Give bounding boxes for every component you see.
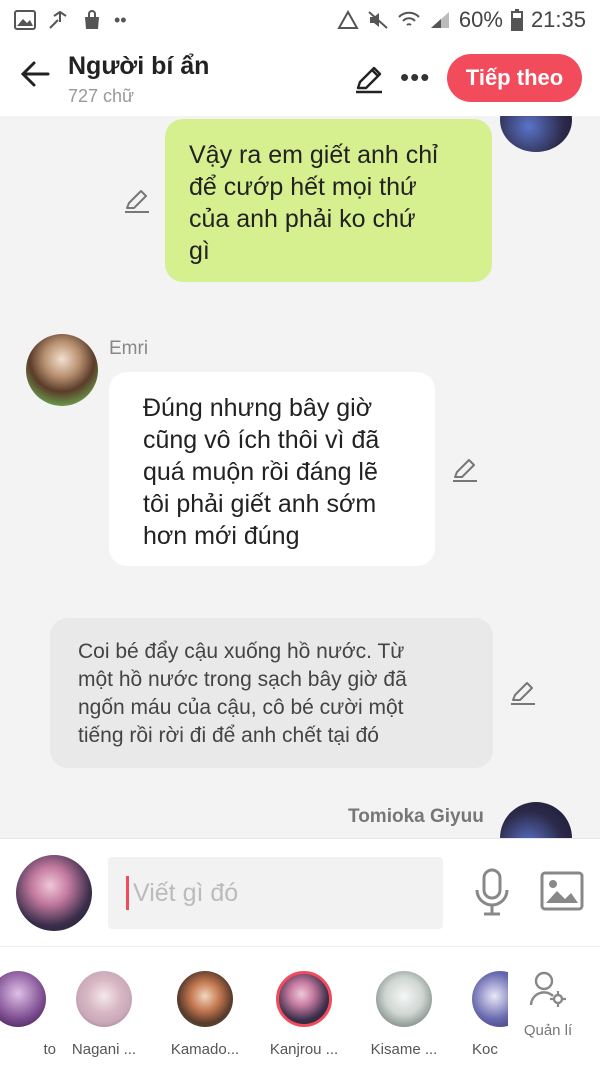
word-count: 727 chữ: [68, 86, 135, 106]
character-name: Nagani ...: [71, 1041, 137, 1058]
battery-icon: [510, 9, 523, 31]
message-input-placeholder: Viết gì đó: [133, 878, 239, 907]
character-strip[interactable]: to Nagani ... Kamado... Kanjrou ... Kisa…: [0, 946, 600, 1067]
message-input[interactable]: Viết gì đó: [108, 857, 443, 929]
message-line: gì: [189, 237, 210, 265]
edit-narration-pencil-icon[interactable]: [509, 678, 537, 706]
share-icon: [49, 10, 67, 29]
manage-label: Quản lí: [523, 1022, 573, 1039]
avatar-emri[interactable]: [26, 334, 98, 406]
character-avatar: [276, 971, 332, 1027]
current-character-avatar[interactable]: [16, 855, 92, 931]
message-line: Đúng nhưng bây giờ: [143, 394, 373, 422]
narration-line: một hồ nước trong sạch bây giờ đã: [78, 668, 407, 691]
image-icon: [14, 10, 36, 30]
sender-name: Tomioka Giyuu: [348, 806, 484, 827]
bag-icon: [85, 10, 99, 29]
edit-message-pencil-icon[interactable]: [123, 186, 151, 214]
narration-bubble[interactable]: Coi bé đẩy cậu xuống hồ nước. Từ một hồ …: [50, 618, 493, 768]
message-bubble-right[interactable]: Vậy ra em giết anh chỉ để cướp hết mọi t…: [165, 119, 492, 282]
message-line: Vậy ra em giết anh chỉ: [189, 141, 438, 169]
message-bubble-left[interactable]: Đúng nhưng bây giờ cũng vô ích thôi vì đ…: [109, 372, 435, 566]
next-button[interactable]: Tiếp theo: [447, 54, 582, 102]
message-line: để cướp hết mọi thứ: [189, 173, 417, 201]
compose-bar: Viết gì đó: [0, 838, 600, 946]
status-right: 60% 21:35: [337, 7, 586, 33]
character-avatar: [0, 971, 46, 1027]
status-left-icons: ••: [14, 10, 127, 31]
character-avatar: [472, 971, 508, 1027]
character-item-selected[interactable]: Kanjrou ...: [262, 971, 346, 1058]
avatar-tomioka[interactable]: [500, 802, 572, 838]
story-header: Người bí ẩn 727 chữ ••• Tiếp theo: [0, 40, 600, 116]
microphone-icon[interactable]: [472, 867, 512, 917]
character-item[interactable]: Koc: [452, 971, 508, 1058]
character-name: to: [43, 1041, 56, 1058]
user-settings-icon: [529, 971, 566, 1007]
character-item[interactable]: Nagani ...: [62, 971, 146, 1058]
image-attach-icon[interactable]: [540, 871, 584, 911]
manage-characters-button[interactable]: Quản lí: [518, 969, 578, 1039]
message-line: của anh phải ko chứ: [189, 205, 416, 233]
recycle-icon: [337, 10, 359, 29]
character-avatar: [376, 971, 432, 1027]
wifi-icon: [398, 11, 420, 26]
mute-icon: [368, 11, 388, 29]
status-bar: •• 60% 21:35: [0, 0, 600, 40]
character-item[interactable]: Kisame ...: [362, 971, 446, 1058]
battery-level: 60%: [458, 7, 503, 32]
character-item[interactable]: to: [0, 971, 60, 1058]
chat-area[interactable]: Vậy ra em giết anh chỉ để cướp hết mọi t…: [0, 116, 600, 838]
narration-line: ngốn máu của cậu, cô bé cười một: [78, 696, 404, 719]
back-arrow-icon[interactable]: [18, 56, 54, 92]
character-avatar: [177, 971, 233, 1027]
signal-icon: [430, 12, 449, 28]
clock: 21:35: [530, 7, 586, 32]
message-line: hơn mới đúng: [143, 522, 300, 550]
text-caret: [126, 876, 129, 910]
narration-line: Coi bé đẩy cậu xuống hồ nước. Từ: [78, 640, 405, 663]
more-options-icon[interactable]: •••: [400, 62, 430, 93]
character-name: Kamado...: [170, 1041, 240, 1058]
character-item[interactable]: Kamado...: [163, 971, 247, 1058]
edit-message-pencil-icon[interactable]: [451, 455, 479, 483]
character-avatar: [76, 971, 132, 1027]
narration-line: tiếng rồi rời đi để anh chết tại đó: [78, 724, 379, 747]
message-line: tôi phải giết anh sớm: [143, 490, 377, 518]
avatar-tomioka-top[interactable]: [500, 116, 572, 152]
dots-icon: ••: [114, 9, 127, 30]
message-line: quá muộn rồi đáng lẽ: [143, 458, 378, 486]
character-name: Kanjrou ...: [269, 1041, 339, 1058]
message-line: cũng vô ích thôi vì đã: [143, 426, 380, 454]
sender-name: Emri: [109, 338, 149, 359]
edit-title-pencil-icon[interactable]: [354, 64, 384, 94]
character-name: Kisame ...: [370, 1041, 438, 1058]
story-title: Người bí ẩn: [68, 52, 210, 80]
character-name: Koc: [472, 1041, 498, 1058]
